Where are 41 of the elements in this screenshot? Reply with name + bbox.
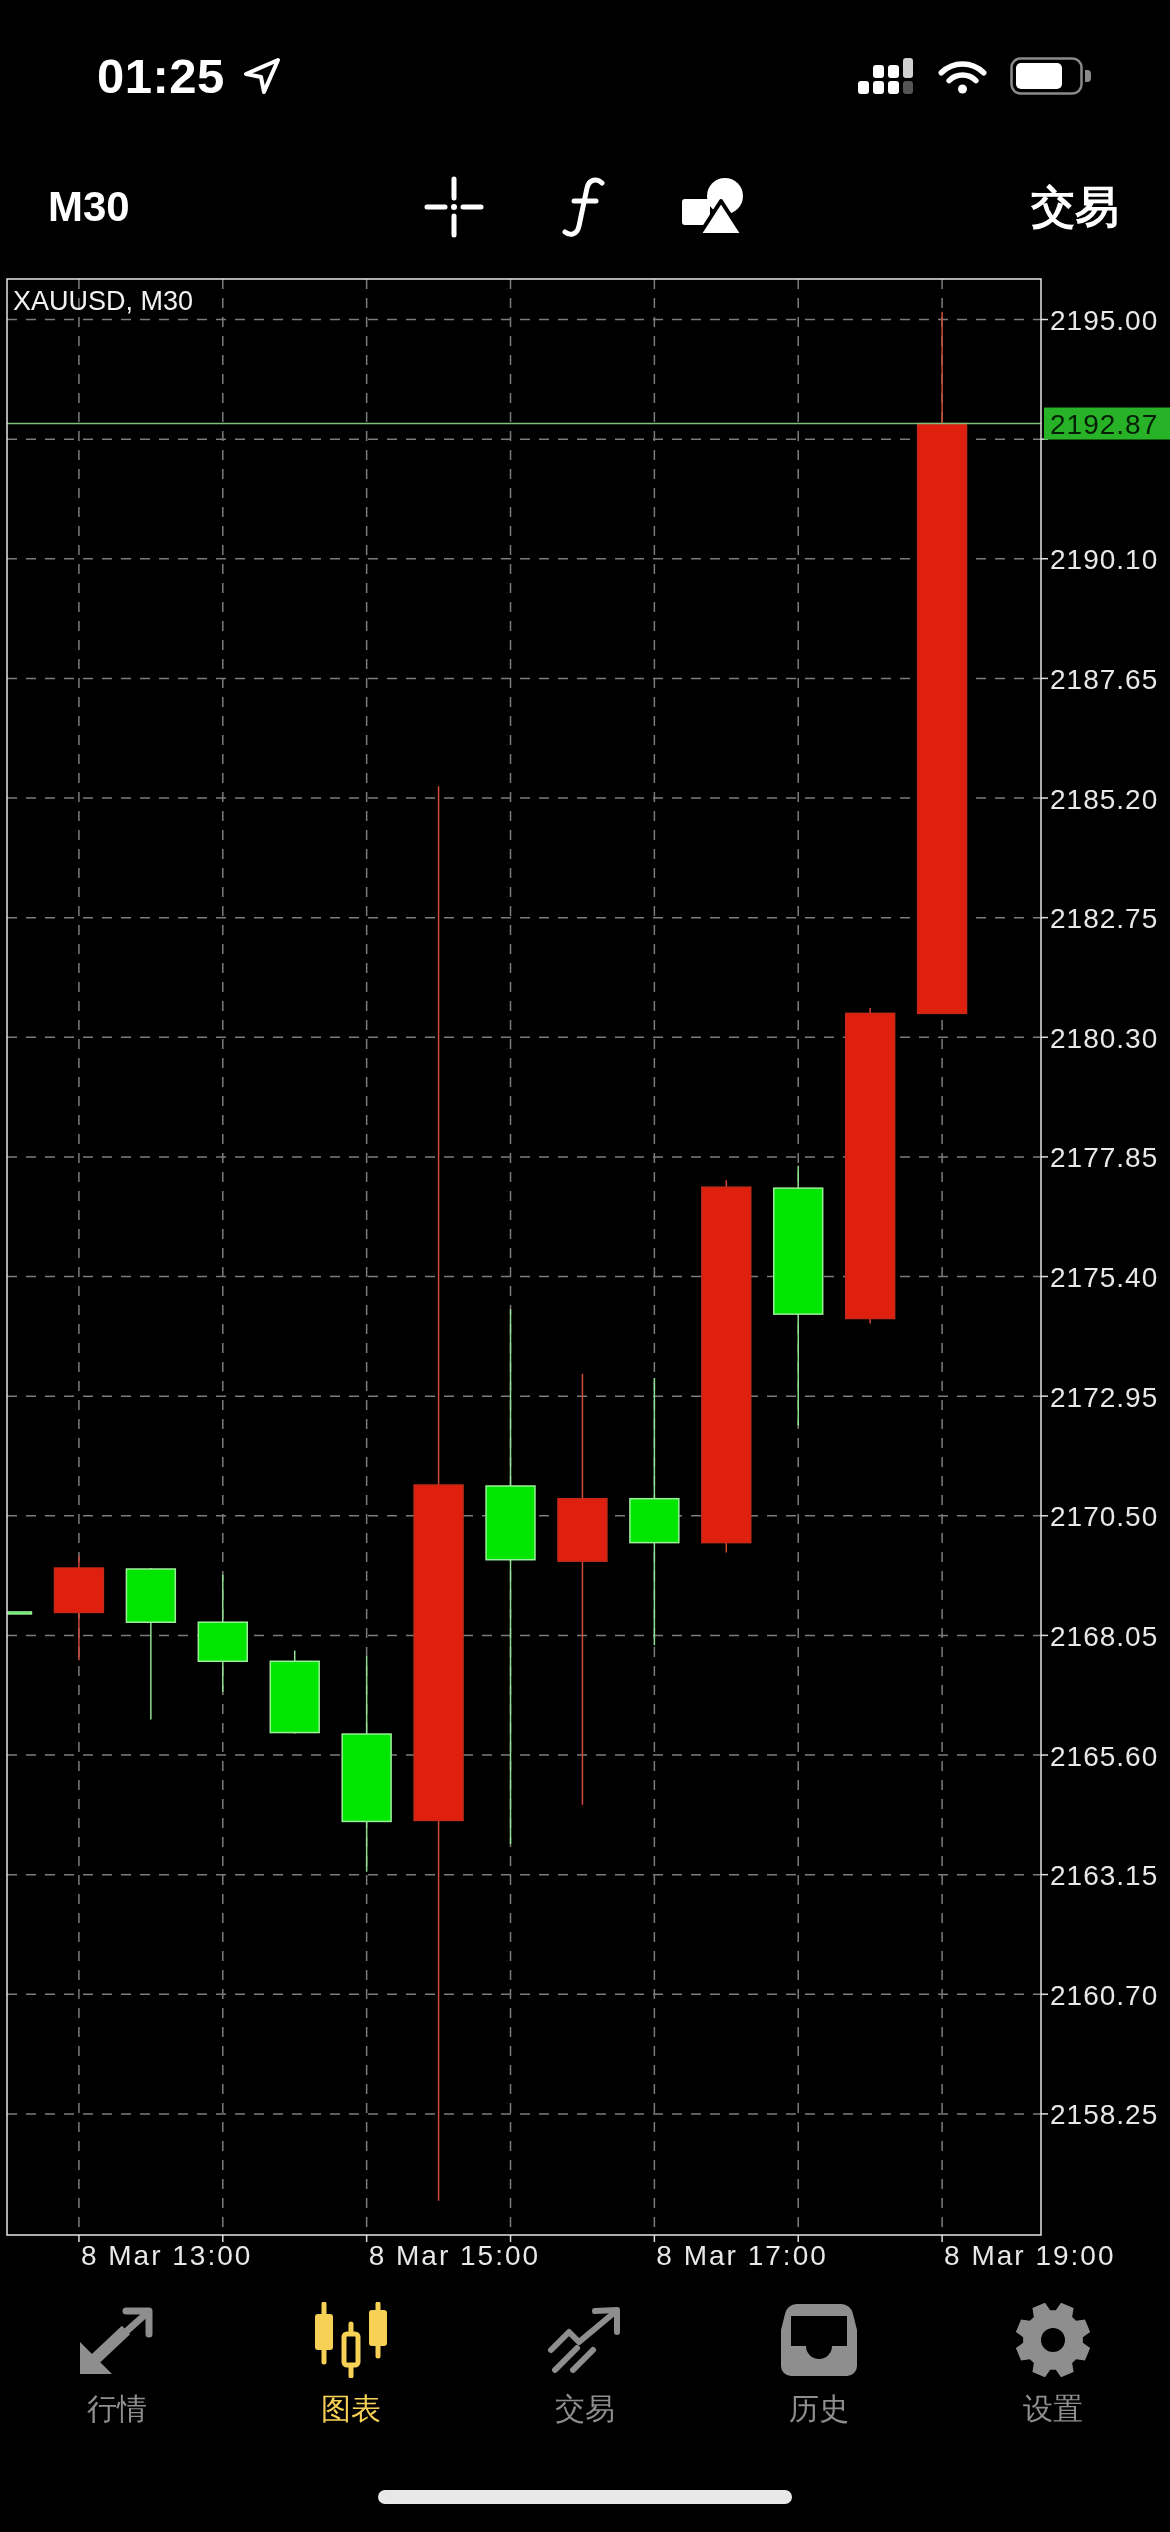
time-axis-label: 8 Mar 15:00 bbox=[368, 2239, 541, 2271]
tab-bar-item[interactable]: 行情 bbox=[0, 2290, 234, 2425]
current-price-tag: 2192.87 bbox=[1044, 407, 1170, 441]
tab-bar-item[interactable]: 图表 bbox=[234, 2290, 468, 2425]
location-arrow-icon bbox=[241, 56, 282, 96]
settings-icon bbox=[1014, 2301, 1092, 2379]
price-axis-label: 2177.85 bbox=[1050, 1142, 1159, 1174]
price-axis-label: 2180.30 bbox=[1050, 1022, 1159, 1054]
price-axis-label: 2160.70 bbox=[1050, 1979, 1159, 2011]
time-axis-label: 8 Mar 13:00 bbox=[80, 2239, 253, 2271]
timeframe-button[interactable]: M30 bbox=[48, 183, 130, 231]
function-icon[interactable] bbox=[561, 176, 606, 238]
tab-bar-item[interactable]: 交易 bbox=[468, 2290, 702, 2425]
price-axis-label: 2165.60 bbox=[1050, 1740, 1159, 1772]
signal-icon bbox=[858, 57, 915, 95]
price-axis-label: 2190.10 bbox=[1050, 544, 1159, 576]
tab-bar-item[interactable]: 历史 bbox=[702, 2290, 936, 2425]
price-axis-label: 2175.40 bbox=[1050, 1262, 1159, 1294]
trade-button[interactable]: 交易 bbox=[1031, 182, 1119, 232]
price-axis-label: 2185.20 bbox=[1050, 783, 1159, 815]
price-axis-label: 2182.75 bbox=[1050, 903, 1159, 935]
tab-bar-item[interactable]: 设置 bbox=[936, 2290, 1170, 2425]
price-axis-label: 2163.15 bbox=[1050, 1860, 1159, 1892]
price-axis-label: 2195.00 bbox=[1050, 305, 1159, 337]
time-axis-label: 8 Mar 19:00 bbox=[944, 2239, 1116, 2271]
candlestick-icon bbox=[312, 2302, 390, 2378]
wifi-icon bbox=[938, 58, 987, 94]
candlestick bbox=[7, 1611, 33, 1615]
price-axis-label: 2170.50 bbox=[1050, 1501, 1159, 1533]
trend-arrow-icon bbox=[547, 2306, 623, 2374]
price-axis-label: 2168.05 bbox=[1050, 1620, 1159, 1652]
battery-icon bbox=[1010, 57, 1092, 95]
price-axis-label: 2158.25 bbox=[1050, 2099, 1159, 2131]
diagonal-arrows-icon bbox=[80, 2306, 154, 2374]
price-axis-label: 2187.65 bbox=[1050, 663, 1159, 695]
time-axis-label: 8 Mar 17:00 bbox=[656, 2239, 828, 2271]
inbox-icon bbox=[781, 2304, 857, 2376]
price-axis-label: 2172.95 bbox=[1050, 1381, 1159, 1413]
chart-title: XAUUSD, M30 bbox=[13, 286, 194, 316]
crosshair-icon[interactable] bbox=[424, 176, 485, 238]
status-time: 01:25 bbox=[97, 51, 225, 101]
